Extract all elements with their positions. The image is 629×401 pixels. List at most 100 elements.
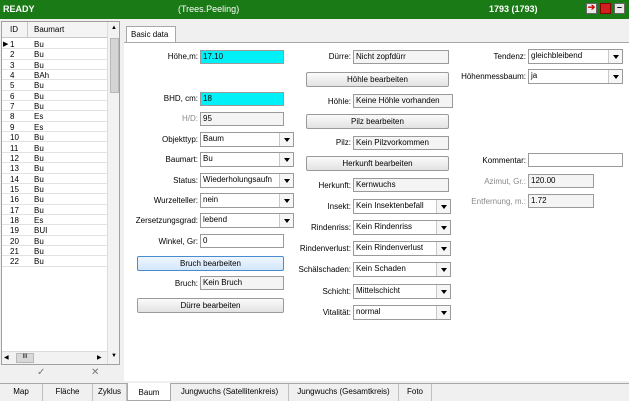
table-row[interactable]: 7 Bu (2, 101, 107, 112)
chevron-down-icon (279, 153, 293, 166)
baumart-select[interactable]: Bu (200, 152, 294, 167)
tab-map[interactable]: Map (0, 384, 43, 401)
azimut-label: Azimut, Gr.: (484, 177, 526, 186)
pilz-edit-button[interactable]: Pilz bearbeiten (306, 114, 449, 129)
tab-jungwuchs-satellitenkreis[interactable]: Jungwuchs (Satellitenkreis) (171, 384, 289, 401)
schaelschaden-label: Schälschaden: (298, 265, 351, 274)
tab-flaeche[interactable]: Fläche (43, 384, 93, 401)
pilz-label: Pilz: (335, 138, 351, 147)
table-row[interactable]: 12 Bu (2, 153, 107, 164)
bhd-input[interactable]: 18 (200, 92, 284, 106)
entfernung-label: Entfernung, m.: (471, 197, 526, 206)
basic-data-panel: Höhe,m: 17.10 BHD, cm: 18 H/D: 95 Objekt… (124, 42, 629, 381)
pin-icon[interactable]: ➔ (586, 2, 597, 14)
bhd-label: BHD, cm: (163, 94, 198, 103)
table-row[interactable]: 20 Bu (2, 236, 107, 246)
status-select[interactable]: Wiederholungsaufn (200, 173, 294, 188)
table-row[interactable]: 22 Bu (2, 256, 107, 267)
tab-jungwuchs-gesamtkreis[interactable]: Jungwuchs (Gesamtkreis) (289, 384, 399, 401)
column-header-baumart[interactable]: Baumart (28, 22, 107, 38)
table-row[interactable]: 15 Bu (2, 184, 107, 195)
tree-grid[interactable]: ID Baumart ▶ 1 Bu 2 Bu 3 Bu 4 BAh 5 Bu 6 Bu 7 Bu 8 Es 9 Es… (1, 21, 120, 365)
table-row[interactable]: 16 Bu (2, 194, 107, 205)
title-bar: READY (Trees.Peeling) 1793 (1793) ➔ – (0, 0, 629, 19)
scroll-up-icon[interactable]: ▲ (111, 25, 117, 31)
chevron-down-icon (436, 200, 450, 213)
vitalitaet-label: Vitalität: (322, 308, 351, 317)
table-row[interactable]: ▶ 1 Bu (2, 39, 107, 50)
chevron-down-icon (279, 194, 293, 207)
objekttyp-select[interactable]: Baum (200, 132, 294, 147)
hoehle-edit-button[interactable]: Höhle bearbeiten (306, 72, 449, 87)
vitalitaet-select[interactable]: normal (353, 305, 451, 320)
chevron-down-icon (608, 70, 622, 83)
table-row[interactable]: 14 Bu (2, 174, 107, 184)
chevron-down-icon (436, 221, 450, 234)
record-counter: 1793 (1793) (489, 4, 538, 14)
row-divider (2, 265, 107, 267)
table-row[interactable]: 17 Bu (2, 205, 107, 215)
scroll-thumb[interactable] (110, 38, 119, 93)
chevron-down-icon (279, 214, 293, 227)
table-row[interactable]: 10 Bu (2, 132, 107, 143)
grid-vertical-scrollbar[interactable]: ▲ ▼ (107, 22, 119, 364)
grid-horizontal-scrollbar[interactable]: ◀ III ▶ (2, 351, 107, 364)
grid-footer: ✓ ✕ (1, 365, 120, 383)
table-row[interactable]: 18 Es (2, 215, 107, 226)
schicht-select[interactable]: Mittelschicht (353, 284, 451, 299)
kommentar-label: Kommentar: (482, 156, 526, 165)
bruch-label: Bruch: (174, 279, 198, 288)
duerre-edit-button[interactable]: Dürre bearbeiten (137, 298, 284, 313)
schicht-label: Schicht: (322, 287, 351, 296)
schaelschaden-select[interactable]: Kein Schaden (353, 262, 451, 277)
table-row[interactable]: 13 Bu (2, 163, 107, 174)
hoehe-input[interactable]: 17.10 (200, 50, 284, 64)
scroll-hthumb[interactable]: III (16, 353, 34, 363)
scroll-left-icon[interactable]: ◀ (4, 354, 9, 361)
bruch-edit-button[interactable]: Bruch bearbeiten (137, 256, 284, 271)
table-row[interactable]: 4 BAh (2, 70, 107, 81)
context-text: (Trees.Peeling) (178, 4, 240, 14)
chevron-down-icon (608, 50, 622, 63)
table-row[interactable]: 19 BUI (2, 225, 107, 236)
objekttyp-label: Objekttyp: (161, 135, 198, 144)
tab-basic-data[interactable]: Basic data (126, 26, 176, 43)
duerre-field: Nicht zopfdürr (353, 50, 449, 64)
table-row[interactable]: 2 Bu (2, 49, 107, 60)
bruch-field: Kein Bruch (200, 276, 284, 290)
rindenverlust-select[interactable]: Kein Rindenverlust (353, 241, 451, 256)
tab-foto[interactable]: Foto (399, 384, 432, 401)
table-row[interactable]: 6 Bu (2, 91, 107, 102)
bottom-tab-bar: Map Fläche Zyklus Baum Jungwuchs (Satell… (0, 383, 629, 401)
table-row[interactable]: 9 Es (2, 122, 107, 133)
winkel-input[interactable]: 0 (200, 234, 284, 248)
tab-zyklus[interactable]: Zyklus (93, 384, 127, 401)
herkunft-label: Herkunft: (318, 181, 351, 190)
scroll-down-icon[interactable]: ▼ (111, 353, 117, 359)
hoehenmess-select[interactable]: ja (528, 69, 623, 84)
herkunft-edit-button[interactable]: Herkunft bearbeiten (306, 156, 449, 171)
hoehle-label: Höhle: (327, 97, 351, 106)
color-icon[interactable] (600, 3, 611, 14)
table-row[interactable]: 21 Bu (2, 246, 107, 257)
tendenz-label: Tendenz: (493, 52, 526, 61)
table-row[interactable]: 8 Es (2, 111, 107, 122)
tendenz-select[interactable]: gleichbleibend (528, 49, 623, 64)
kommentar-input[interactable] (528, 153, 623, 167)
wurzelteller-select[interactable]: nein (200, 193, 294, 208)
insekt-select[interactable]: Kein Insektenbefall (353, 199, 451, 214)
rindenverlust-label: Rindenverlust: (299, 244, 351, 253)
tab-baum[interactable]: Baum (127, 383, 171, 401)
table-row[interactable]: 3 Bu (2, 60, 107, 71)
close-icon[interactable]: ✕ (91, 367, 99, 378)
table-row[interactable]: 5 Bu (2, 80, 107, 91)
table-row[interactable]: 11 Bu (2, 143, 107, 153)
zersetzung-select[interactable]: lebend (200, 213, 294, 228)
column-header-id[interactable]: ID (2, 22, 28, 38)
scroll-right-icon[interactable]: ▶ (97, 354, 102, 361)
checkmark-icon[interactable]: ✓ (37, 367, 45, 378)
rindenriss-select[interactable]: Kein Rindenriss (353, 220, 451, 235)
chevron-down-icon (279, 174, 293, 187)
minimize-button[interactable]: – (614, 2, 625, 14)
hoehenmess-label: Höhenmessbaum: (461, 72, 526, 81)
